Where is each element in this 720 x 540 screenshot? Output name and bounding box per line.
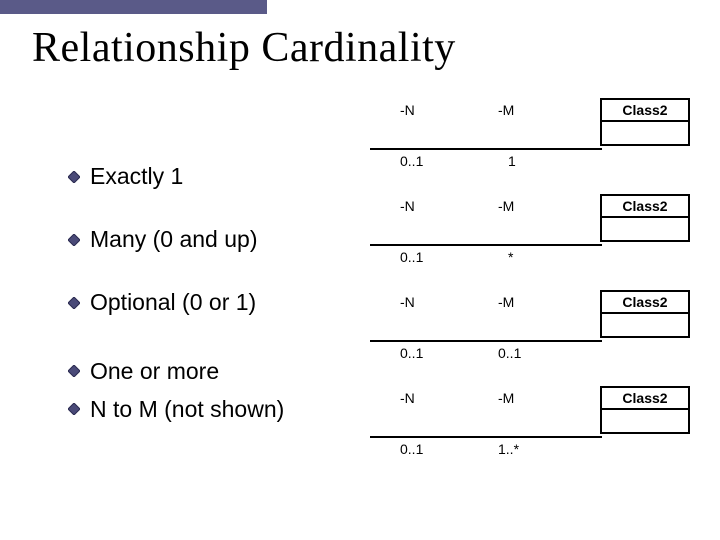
list-item: Many (0 and up) [68, 208, 368, 271]
uml-diagram: Class2 -N -M 0..1 1..* [380, 386, 700, 482]
uml-class-body [602, 218, 688, 240]
uml-multiplicity-label: 0..1 [400, 153, 423, 169]
uml-role-label: -M [498, 390, 514, 406]
diamond-bullet-icon [68, 234, 80, 246]
uml-class-name: Class2 [602, 292, 688, 314]
diamond-bullet-icon [68, 297, 80, 309]
list-item: Exactly 1 [68, 145, 368, 208]
uml-role-label: -M [498, 198, 514, 214]
bullet-text: N to M (not shown) [90, 396, 284, 423]
uml-diagram: Class2 -N -M 0..1 0..1 [380, 290, 700, 386]
diagram-column: Class2 -N -M 0..1 1 Class2 -N -M 0..1 * … [380, 98, 700, 482]
uml-multiplicity-label: * [508, 249, 513, 265]
uml-association-line [370, 244, 602, 246]
uml-multiplicity-label: 1 [508, 153, 516, 169]
uml-multiplicity-label: 0..1 [400, 249, 423, 265]
uml-class-box: Class2 [600, 386, 690, 434]
uml-association-line [370, 340, 602, 342]
uml-class-name: Class2 [602, 388, 688, 410]
list-item: N to M (not shown) [68, 390, 368, 428]
uml-class-box: Class2 [600, 98, 690, 146]
diamond-bullet-icon [68, 365, 80, 377]
uml-diagram: Class2 -N -M 0..1 * [380, 194, 700, 290]
bullet-text: One or more [90, 358, 219, 385]
uml-class-body [602, 122, 688, 144]
uml-role-label: -N [400, 102, 415, 118]
uml-association-line [370, 148, 602, 150]
uml-class-box: Class2 [600, 194, 690, 242]
uml-class-body [602, 410, 688, 432]
slide-title: Relationship Cardinality [32, 24, 456, 72]
uml-class-box: Class2 [600, 290, 690, 338]
bullet-text: Exactly 1 [90, 163, 183, 190]
uml-multiplicity-label: 0..1 [400, 345, 423, 361]
uml-role-label: -M [498, 102, 514, 118]
uml-multiplicity-label: 1..* [498, 441, 519, 457]
uml-role-label: -N [400, 294, 415, 310]
list-item: One or more [68, 352, 368, 390]
bullet-text: Many (0 and up) [90, 226, 257, 253]
uml-class-name: Class2 [602, 100, 688, 122]
bullet-list: Exactly 1 Many (0 and up) Optional (0 or… [68, 145, 368, 428]
uml-class-body [602, 314, 688, 336]
uml-role-label: -M [498, 294, 514, 310]
diamond-bullet-icon [68, 403, 80, 415]
slide-accent-bar [0, 0, 267, 14]
uml-multiplicity-label: 0..1 [400, 441, 423, 457]
diamond-bullet-icon [68, 171, 80, 183]
uml-class-name: Class2 [602, 196, 688, 218]
uml-multiplicity-label: 0..1 [498, 345, 521, 361]
uml-role-label: -N [400, 390, 415, 406]
list-item: Optional (0 or 1) [68, 271, 368, 334]
uml-association-line [370, 436, 602, 438]
uml-diagram: Class2 -N -M 0..1 1 [380, 98, 700, 194]
uml-role-label: -N [400, 198, 415, 214]
bullet-text: Optional (0 or 1) [90, 289, 256, 316]
